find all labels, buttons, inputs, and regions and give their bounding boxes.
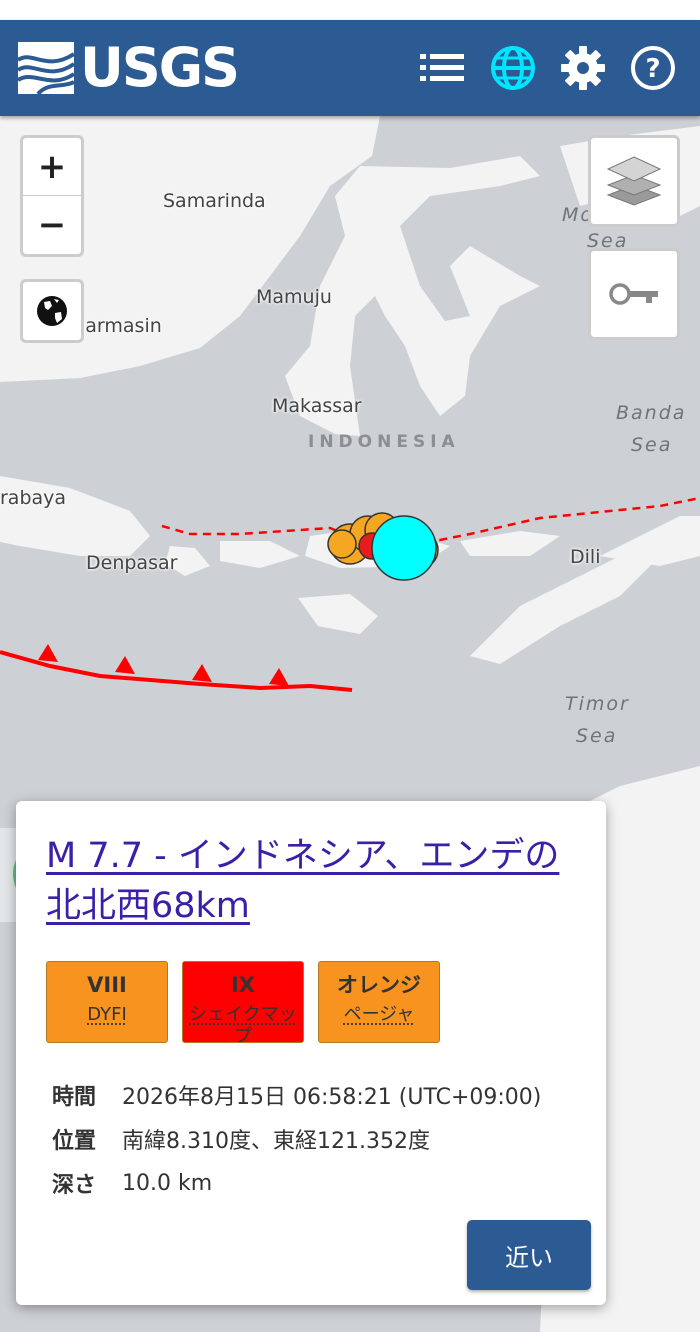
- dyfi-intensity: VIII: [87, 973, 127, 997]
- status-bar-area: [0, 0, 700, 20]
- shakemap-badge[interactable]: IX シェイクマップ: [182, 961, 304, 1043]
- gear-icon: [561, 46, 605, 90]
- location-value: 南緯8.310度、東経121.352度: [122, 1129, 430, 1154]
- location-label: 位置: [52, 1129, 97, 1154]
- help-icon: ?: [631, 46, 675, 90]
- depth-value: 10.0 km: [122, 1170, 213, 1196]
- time-value: 2026年8月15日 06:58:21 (UTC+09:00): [122, 1085, 542, 1110]
- key-icon: [609, 283, 658, 305]
- dyfi-badge[interactable]: VIII DYFI: [46, 961, 168, 1043]
- settings-button[interactable]: [557, 42, 609, 94]
- shakemap-label: シェイクマップ: [189, 1004, 297, 1043]
- label-timor-sea-1: Timor: [565, 693, 630, 715]
- list-button[interactable]: [416, 42, 468, 94]
- time-row: 時間 2026年8月15日 06:58:21 (UTC+09:00): [52, 1073, 541, 1117]
- label-denpasar: Denpasar: [86, 552, 178, 574]
- list-icon: [420, 54, 464, 81]
- event-details: 時間 2026年8月15日 06:58:21 (UTC+09:00) 位置 南緯…: [52, 1073, 541, 1205]
- earthquake-markers: [327, 512, 439, 581]
- label-timor-sea-2: Sea: [576, 725, 618, 747]
- depth-label: 深さ: [52, 1173, 97, 1198]
- layers-button[interactable]: [588, 135, 680, 227]
- nearby-button[interactable]: 近い: [467, 1220, 591, 1290]
- label-dili: Dili: [570, 546, 601, 568]
- world-view-button[interactable]: [20, 279, 84, 343]
- usgs-logo[interactable]: USGS: [18, 36, 240, 99]
- pager-label: ページャ: [343, 1004, 415, 1025]
- layers-icon: [606, 156, 662, 206]
- help-button[interactable]: ?: [627, 42, 679, 94]
- location-row: 位置 南緯8.310度、東経121.352度: [52, 1117, 541, 1161]
- svg-text:?: ?: [645, 54, 660, 84]
- globe-icon: [491, 46, 535, 90]
- zoom-in-button[interactable]: +: [23, 138, 81, 196]
- dyfi-label: DYFI: [87, 1004, 127, 1025]
- event-title-link[interactable]: M 7.7 - インドネシア、エンデの北北西68km: [46, 831, 586, 931]
- label-banjarmasin: jarmasin: [80, 315, 162, 337]
- map-button[interactable]: [487, 42, 539, 94]
- label-mamuju: Mamuju: [256, 286, 332, 308]
- pager-alert-level: オレンジ: [337, 973, 421, 997]
- time-label: 時間: [52, 1085, 97, 1110]
- shakemap-intensity: IX: [230, 973, 255, 997]
- zoom-control: + −: [20, 135, 84, 257]
- pager-badge[interactable]: オレンジ ページャ: [318, 961, 440, 1043]
- legend-button[interactable]: [588, 248, 680, 340]
- label-banda-sea-2: Sea: [631, 434, 673, 456]
- earth-icon: [37, 296, 67, 326]
- label-makassar: Makassar: [272, 395, 362, 417]
- logo-text: USGS: [80, 36, 240, 99]
- label-surabaya: rabaya: [0, 487, 67, 509]
- app-header: USGS ?: [0, 20, 700, 116]
- label-country: INDONESIA: [308, 432, 460, 452]
- depth-row: 深さ 10.0 km: [52, 1161, 541, 1205]
- event-popup: M 7.7 - インドネシア、エンデの北北西68km VIII DYFI IX …: [16, 801, 606, 1305]
- label-samarinda: Samarinda: [163, 190, 266, 212]
- zoom-out-button[interactable]: −: [23, 196, 81, 253]
- label-banda-sea-1: Banda: [616, 402, 687, 424]
- usgs-wave-icon: [18, 42, 74, 94]
